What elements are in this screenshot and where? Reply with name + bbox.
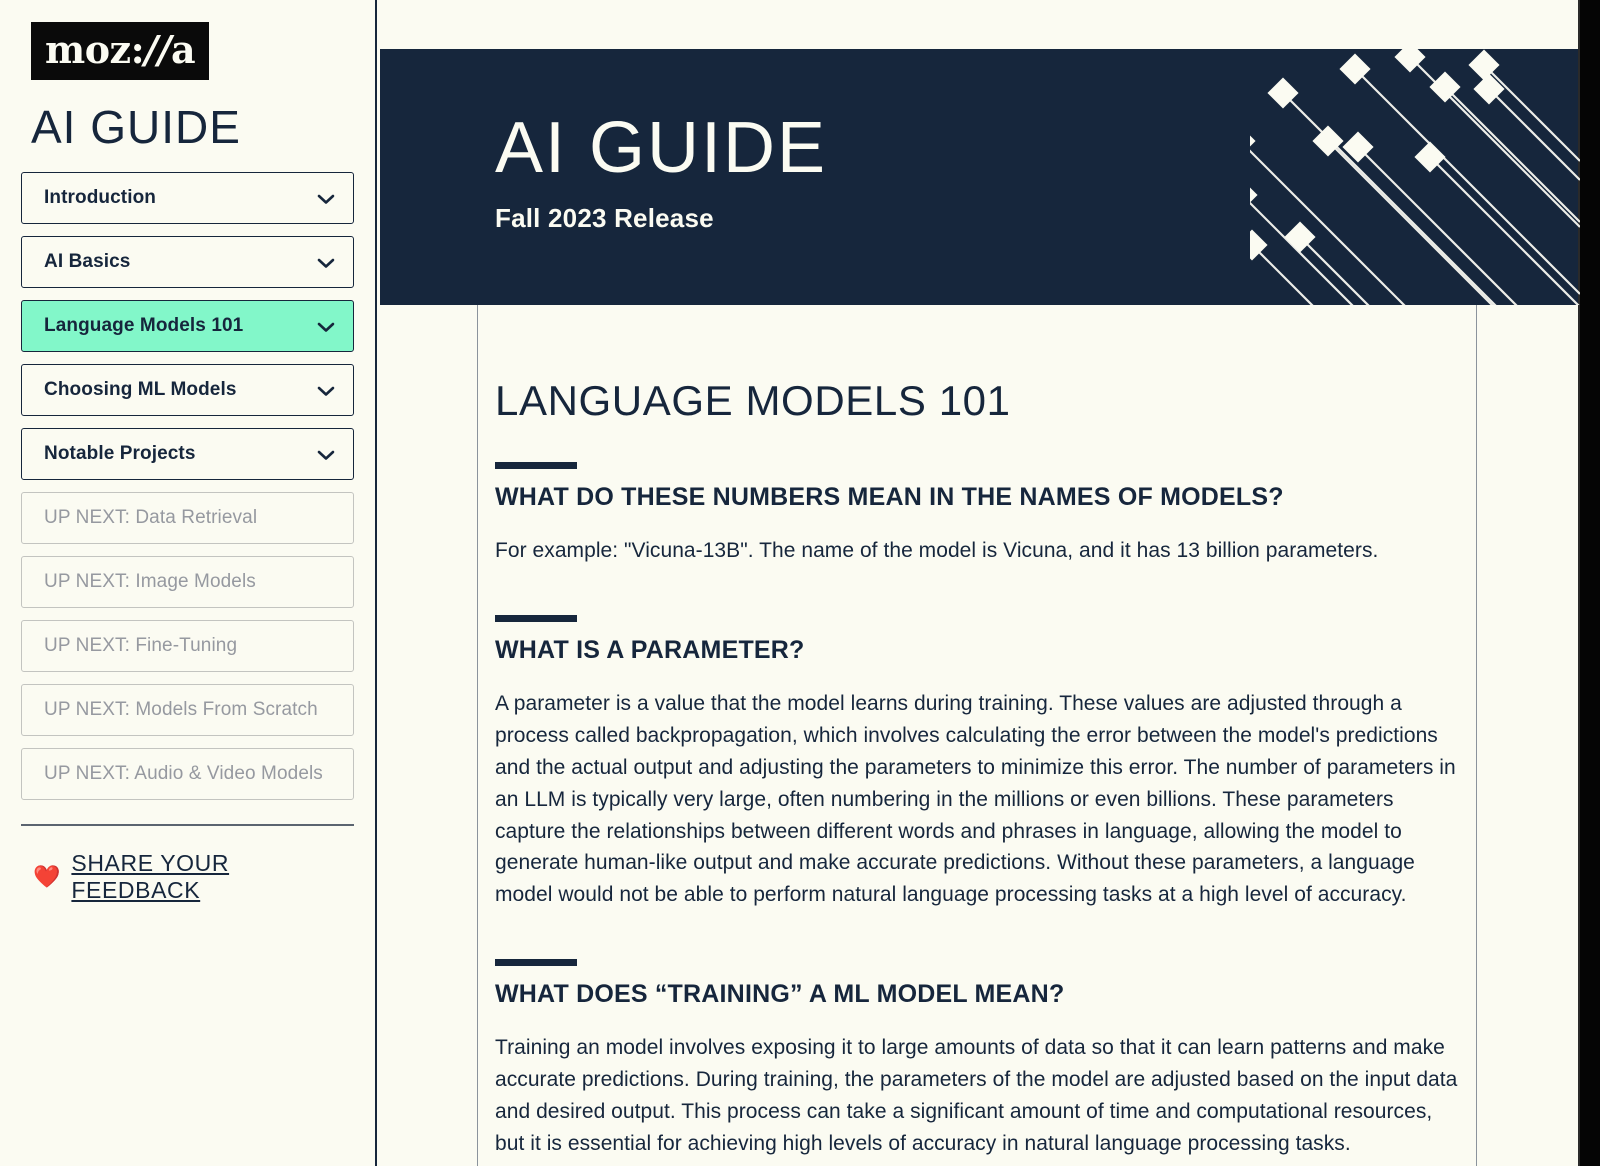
share-feedback-link[interactable]: SHARE YOUR FEEDBACK xyxy=(71,850,363,904)
sidebar-item-label: UP NEXT: Image Models xyxy=(44,571,256,592)
banner-subtitle: Fall 2023 Release xyxy=(495,202,714,233)
sidebar-item-notable-projects[interactable]: Notable Projects xyxy=(21,428,354,480)
sidebar-item-upnext-models-from-scratch: UP NEXT: Models From Scratch xyxy=(21,684,354,736)
sidebar-nav: Introduction AI Basics Language Models 1… xyxy=(21,172,354,800)
logo-text-slash: // xyxy=(144,27,171,72)
banner-title: AI GUIDE xyxy=(495,108,828,188)
section-heading-what-is-a-parameter: WHAT IS A PARAMETER? xyxy=(495,635,805,664)
section-heading-training-a-ml-model: WHAT DOES “TRAINING” A ML MODEL MEAN? xyxy=(495,980,1065,1009)
section-body-numbers-in-model-names: For example: "Vicuna-13B". The name of t… xyxy=(495,539,1379,562)
sidebar: moz://a AI GUIDE Introduction AI Basics … xyxy=(0,0,377,1166)
logo-text-moz: moz: xyxy=(45,27,145,72)
sidebar-item-label: Language Models 101 xyxy=(44,315,244,336)
sidebar-item-label: UP NEXT: Audio & Video Models xyxy=(44,763,323,784)
page-banner: AI GUIDE Fall 2023 Release xyxy=(380,49,1580,305)
sidebar-item-upnext-image-models: UP NEXT: Image Models xyxy=(21,556,354,608)
sidebar-item-label: UP NEXT: Models From Scratch xyxy=(44,699,318,720)
mozilla-logo[interactable]: moz://a xyxy=(31,22,210,80)
sidebar-item-label: UP NEXT: Fine-Tuning xyxy=(44,635,238,656)
sidebar-item-upnext-data-retrieval: UP NEXT: Data Retrieval xyxy=(21,492,354,544)
sidebar-item-language-models-101[interactable]: Language Models 101 xyxy=(21,300,354,352)
sidebar-item-label: Introduction xyxy=(44,187,157,208)
sidebar-item-label: Choosing ML Models xyxy=(44,379,237,400)
page-edge-strip[interactable] xyxy=(1580,0,1600,1166)
main-content: LANGUAGE MODELS 101 WHAT DO THESE NUMBER… xyxy=(477,305,1477,1166)
sidebar-divider xyxy=(21,824,354,826)
section-rule xyxy=(495,959,577,967)
sidebar-item-label: UP NEXT: Data Retrieval xyxy=(44,507,258,528)
sidebar-item-label: Notable Projects xyxy=(44,443,196,464)
chevron-down-icon[interactable] xyxy=(316,192,336,204)
section-rule xyxy=(495,614,577,622)
sidebar-item-ai-basics[interactable]: AI Basics xyxy=(21,236,354,288)
chevron-down-icon[interactable] xyxy=(316,448,336,460)
sidebar-item-choosing-ml-models[interactable]: Choosing ML Models xyxy=(21,364,354,416)
chevron-down-icon[interactable] xyxy=(316,256,336,268)
sidebar-title: AI GUIDE xyxy=(31,101,241,153)
page-title: LANGUAGE MODELS 101 xyxy=(495,377,1011,424)
sidebar-item-introduction[interactable]: Introduction xyxy=(21,172,354,224)
section-rule xyxy=(495,462,577,469)
chevron-down-icon[interactable] xyxy=(316,320,336,332)
heart-icon: ❤️ xyxy=(33,864,61,889)
sidebar-item-upnext-audio-video-models: UP NEXT: Audio & Video Models xyxy=(21,748,354,800)
sidebar-item-label: AI Basics xyxy=(44,251,131,272)
section-body-training-a-ml-model: Training an model involves exposing it t… xyxy=(495,1036,1458,1155)
chevron-down-icon[interactable] xyxy=(316,384,336,396)
logo-text-a: a xyxy=(170,27,196,72)
ai-guide-page: moz://a AI GUIDE Introduction AI Basics … xyxy=(0,0,1600,1166)
section-heading-numbers-in-model-names: WHAT DO THESE NUMBERS MEAN IN THE NAMES … xyxy=(495,483,1284,511)
share-feedback-row[interactable]: ❤️ SHARE YOUR FEEDBACK xyxy=(33,850,363,904)
section-body-what-is-a-parameter: A parameter is a value that the model le… xyxy=(495,691,1456,907)
sidebar-item-upnext-fine-tuning: UP NEXT: Fine-Tuning xyxy=(21,620,354,672)
